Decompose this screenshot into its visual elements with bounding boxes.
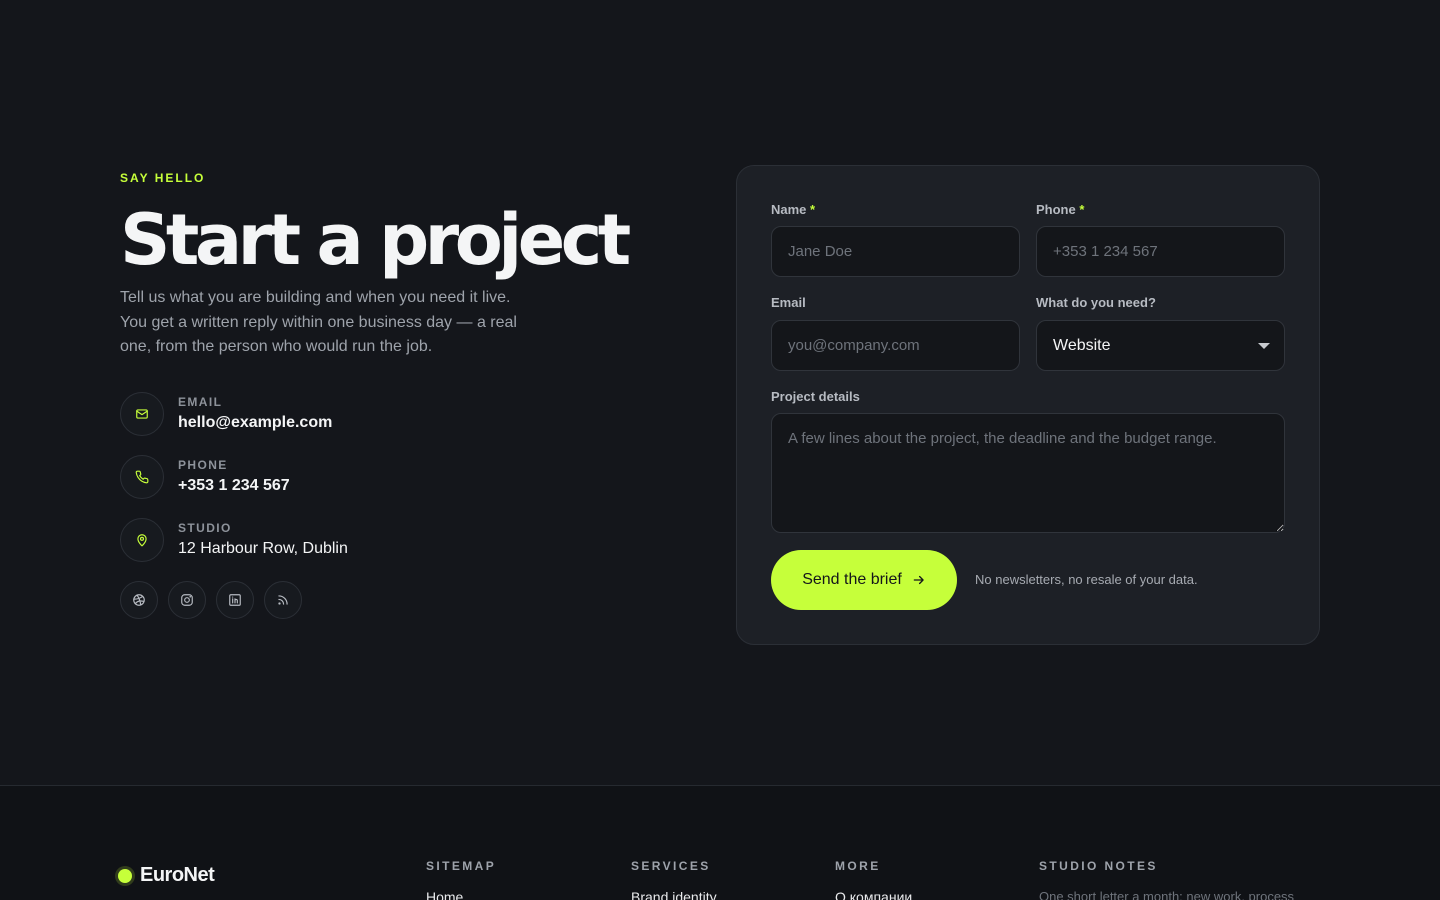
page-title: Start a project [120,199,631,281]
linkedin-icon[interactable] [216,580,254,619]
footer-col-services: SERVICES Brand identity [631,858,717,900]
social-links [120,580,680,619]
footer-col-sitemap: SITEMAP Home [426,858,496,900]
brand-dot-icon [118,868,132,883]
studio-address: 12 Harbour Row, Dublin [178,539,348,557]
site-footer: EuroNet SITEMAP Home SERVICES Brand iden… [0,785,1440,900]
phone-icon [120,454,164,499]
need-field-label: What do you need? [1036,295,1156,310]
footer-heading: MORE [835,859,881,873]
instagram-icon[interactable] [168,580,206,619]
send-brief-button[interactable]: Send the brief [771,550,957,610]
details-field-label: Project details [771,389,860,404]
details-textarea[interactable] [771,413,1285,533]
dribbble-icon[interactable] [120,580,158,619]
phone-input[interactable] [1036,226,1285,277]
name-field-label: Name * [771,202,816,217]
rss-icon[interactable] [264,580,302,619]
contact-email: EMAIL hello@example.com [120,391,680,436]
footer-heading: STUDIO NOTES [1039,859,1158,873]
footer-link-about[interactable]: О компании [835,888,912,900]
name-input[interactable] [771,226,1020,277]
footer-col-studio-notes: STUDIO NOTES One short letter a month: n… [1039,858,1319,900]
studio-label: STUDIO [178,520,232,535]
footer-link-home[interactable]: Home [426,888,496,900]
contact-section: SAY HELLO Start a project Tell us what y… [0,0,1440,785]
send-brief-label: Send the brief [802,571,902,588]
eyebrow-label: SAY HELLO [120,171,206,185]
footer-heading: SITEMAP [426,859,497,873]
required-mark: * [1079,202,1085,217]
phone-link[interactable]: +353 1 234 567 [178,475,290,497]
phone-label: PHONE [178,457,228,472]
mail-icon [120,391,164,436]
contact-phone: PHONE +353 1 234 567 [120,454,680,499]
privacy-note: No newsletters, no resale of your data. [975,572,1198,587]
contact-list: EMAIL hello@example.com PHONE +353 1 234… [120,391,680,562]
footer-col-more: MORE О компании [835,858,912,900]
footer-link-brand-identity[interactable]: Brand identity [631,888,717,900]
brand-name: EuroNet [140,864,215,886]
footer-heading: SERVICES [631,859,711,873]
contact-intro: SAY HELLO Start a project Tell us what y… [120,170,680,619]
intro-text: Tell us what you are building and when y… [120,289,517,355]
email-field-label: Email [771,295,806,310]
map-pin-icon [120,517,164,562]
contact-studio: STUDIO 12 Harbour Row, Dublin [120,517,680,562]
project-brief-form: Name * Phone * Email What do you need? W… [736,165,1320,645]
need-select[interactable]: Website [1036,320,1285,371]
need-select-value: Website [1053,336,1111,354]
email-link[interactable]: hello@example.com [178,412,332,434]
email-label: EMAIL [178,394,223,409]
brand-logo[interactable]: EuroNet [118,864,215,887]
chevron-down-icon [1258,343,1270,349]
phone-field-label: Phone * [1036,202,1085,217]
arrow-right-icon [913,575,924,585]
studio-notes-text: One short letter a month: new work, proc… [1039,889,1295,900]
required-mark: * [810,202,816,217]
email-input[interactable] [771,320,1020,371]
